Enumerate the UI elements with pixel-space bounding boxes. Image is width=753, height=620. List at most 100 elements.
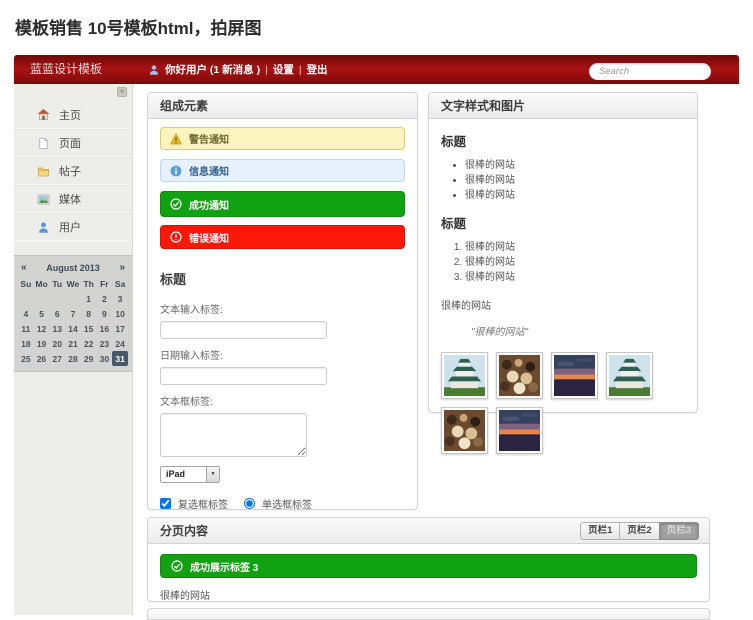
castle-image bbox=[609, 355, 650, 396]
user-greeting-link[interactable]: 你好用户 (1 新消息 ) bbox=[165, 62, 260, 77]
error-alert: 错误通知 bbox=[160, 225, 405, 249]
sidebar-item-pages[interactable]: 页面 bbox=[14, 129, 132, 157]
divider: | bbox=[265, 64, 268, 76]
success-banner: 成功展示标签 3 bbox=[160, 554, 697, 578]
thumbnail-sunset[interactable] bbox=[496, 407, 543, 454]
warning-icon bbox=[170, 133, 182, 145]
thumbnail-castle[interactable] bbox=[441, 352, 488, 399]
list-item: 很棒的网站 bbox=[465, 270, 685, 285]
chevron-down-icon: ▼ bbox=[206, 467, 219, 482]
calendar-day[interactable]: 11 bbox=[18, 321, 34, 336]
brand-logo[interactable]: 蓝蓝设计模板 bbox=[30, 55, 102, 84]
calendar-month-label: August 2013 bbox=[46, 263, 100, 273]
calendar-day[interactable]: 6 bbox=[49, 306, 65, 321]
calendar-day[interactable]: 2 bbox=[97, 291, 113, 306]
sidebar-item-label: 用户 bbox=[59, 219, 81, 235]
sidebar-item-label: 主页 bbox=[59, 107, 81, 123]
bullet-list: 很棒的网站 很棒的网站 很棒的网站 bbox=[465, 158, 685, 203]
thumbnail-crowd[interactable] bbox=[441, 407, 488, 454]
calendar-day[interactable]: 25 bbox=[18, 351, 34, 366]
search-input[interactable] bbox=[589, 63, 711, 80]
calendar-day[interactable]: 23 bbox=[97, 336, 113, 351]
sidebar-item-posts[interactable]: 帖子 bbox=[14, 157, 132, 185]
list-item: 很棒的网站 bbox=[465, 188, 685, 203]
calendar-day[interactable]: 19 bbox=[34, 336, 50, 351]
calendar-prev-button[interactable]: « bbox=[21, 262, 27, 273]
success-banner-label: 成功展示标签 3 bbox=[190, 559, 258, 574]
weekday: Th bbox=[81, 276, 97, 291]
calendar-day[interactable]: 29 bbox=[81, 351, 97, 366]
calendar-day bbox=[49, 291, 65, 306]
info-icon bbox=[170, 165, 182, 177]
device-select[interactable]: iPad ▼ bbox=[160, 466, 220, 483]
calendar-day[interactable]: 13 bbox=[49, 321, 65, 336]
check-circle-icon bbox=[171, 560, 183, 572]
next-panel-partial bbox=[147, 608, 710, 620]
home-icon bbox=[37, 108, 50, 121]
calendar-day[interactable]: 3 bbox=[112, 291, 128, 306]
calendar-day[interactable]: 14 bbox=[65, 321, 81, 336]
calendar-day[interactable]: 22 bbox=[81, 336, 97, 351]
radio-input[interactable] bbox=[244, 498, 255, 509]
calendar-day-selected[interactable]: 31 bbox=[112, 351, 128, 366]
calendar-day[interactable]: 21 bbox=[65, 336, 81, 351]
calendar-day[interactable]: 17 bbox=[112, 321, 128, 336]
calendar-day[interactable]: 1 bbox=[81, 291, 97, 306]
calendar-day[interactable]: 4 bbox=[18, 306, 34, 321]
sidebar-item-media[interactable]: 媒体 bbox=[14, 185, 132, 213]
calendar-day[interactable]: 10 bbox=[112, 306, 128, 321]
components-panel: 组成元素 警告通知 信息通知 成功通知 bbox=[147, 92, 418, 510]
date-input-label: 日期输入标签: bbox=[160, 347, 405, 362]
checkbox-label: 复选框标签 bbox=[178, 496, 228, 511]
weekday: Mo bbox=[34, 276, 50, 291]
sidebar-item-label: 帖子 bbox=[59, 163, 81, 179]
calendar-day[interactable]: 7 bbox=[65, 306, 81, 321]
sidebar-item-users[interactable]: 用户 bbox=[14, 213, 132, 241]
calendar-day[interactable]: 12 bbox=[34, 321, 50, 336]
calendar-day[interactable]: 26 bbox=[34, 351, 50, 366]
info-alert: 信息通知 bbox=[160, 159, 405, 182]
thumbnail-crowd[interactable] bbox=[496, 352, 543, 399]
sidebar-item-label: 媒体 bbox=[59, 191, 81, 207]
text-styles-panel: 文字样式和图片 标题 很棒的网站 很棒的网站 很棒的网站 标题 很棒的网站 很棒… bbox=[428, 92, 698, 413]
alert-label: 错误通知 bbox=[189, 230, 229, 245]
weekday: Su bbox=[18, 276, 34, 291]
textarea-field[interactable] bbox=[160, 413, 307, 457]
calendar-day[interactable]: 9 bbox=[97, 306, 113, 321]
calendar-day[interactable]: 27 bbox=[49, 351, 65, 366]
text-input-label: 文本输入标签: bbox=[160, 301, 405, 316]
tab-3-active[interactable]: 页栏3 bbox=[659, 522, 699, 540]
calendar-day[interactable]: 16 bbox=[97, 321, 113, 336]
numbered-list: 很棒的网站 很棒的网站 很棒的网站 bbox=[465, 240, 685, 285]
calendar-day[interactable]: 15 bbox=[81, 321, 97, 336]
logout-link[interactable]: 登出 bbox=[307, 62, 328, 77]
weekday: We bbox=[65, 276, 81, 291]
text-input[interactable] bbox=[160, 321, 327, 339]
tab-2[interactable]: 页栏2 bbox=[619, 522, 659, 540]
panel-title: 组成元素 bbox=[160, 97, 208, 114]
form-heading: 标题 bbox=[160, 269, 405, 288]
calendar-day[interactable]: 24 bbox=[112, 336, 128, 351]
checkbox-input[interactable] bbox=[160, 498, 171, 509]
calendar-next-button[interactable]: » bbox=[119, 262, 125, 273]
panel-title: 分页内容 bbox=[160, 522, 208, 539]
tab-group: 页栏1 页栏2 页栏3 bbox=[580, 522, 699, 540]
page-icon bbox=[37, 137, 50, 150]
calendar-day[interactable]: 8 bbox=[81, 306, 97, 321]
error-circle-icon bbox=[170, 231, 182, 243]
settings-link[interactable]: 设置 bbox=[273, 62, 294, 77]
thumbnail-castle[interactable] bbox=[606, 352, 653, 399]
sidebar-item-home[interactable]: 主页 bbox=[14, 101, 132, 129]
tab-1[interactable]: 页栏1 bbox=[580, 522, 620, 540]
date-input[interactable] bbox=[160, 367, 327, 385]
calendar-day[interactable]: 28 bbox=[65, 351, 81, 366]
paragraph-text: 很棒的网站 bbox=[441, 297, 685, 312]
panel-title: 文字样式和图片 bbox=[441, 97, 525, 114]
thumbnail-sunset[interactable] bbox=[551, 352, 598, 399]
main-content: 组成元素 警告通知 信息通知 成功通知 bbox=[134, 84, 739, 615]
calendar-day[interactable]: 18 bbox=[18, 336, 34, 351]
calendar-day[interactable]: 30 bbox=[97, 351, 113, 366]
calendar-day[interactable]: 20 bbox=[49, 336, 65, 351]
sidebar-collapse-button[interactable]: « bbox=[117, 87, 127, 97]
calendar-day[interactable]: 5 bbox=[34, 306, 50, 321]
